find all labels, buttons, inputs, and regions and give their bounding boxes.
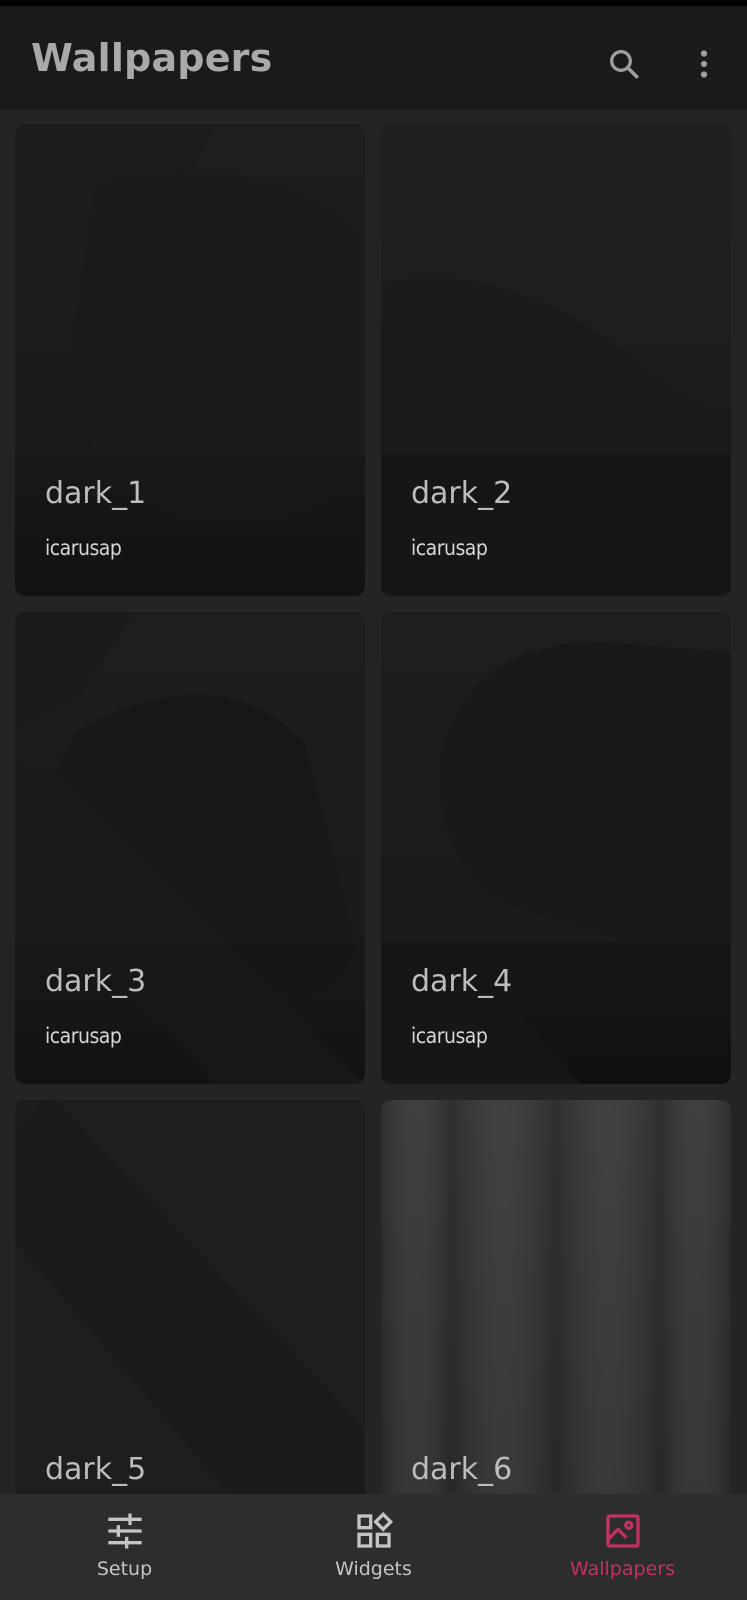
- widgets-icon: [354, 1511, 394, 1551]
- wallpaper-thumbnail: [381, 612, 731, 1084]
- wallpaper-name: dark_4: [411, 964, 513, 999]
- wallpaper-name: dark_2: [411, 476, 513, 511]
- image-icon: [603, 1511, 643, 1551]
- wallpaper-name: dark_5: [45, 1452, 147, 1487]
- wallpaper-thumbnail: [15, 124, 365, 596]
- nav-label: Setup: [96, 1558, 153, 1580]
- wallpaper-author: icarusap: [45, 536, 122, 560]
- wallpaper-author: icarusap: [411, 1024, 488, 1048]
- wallpaper-name: dark_3: [45, 964, 147, 999]
- wallpaper-card-dark-2[interactable]: dark_2 icarusap: [381, 124, 731, 596]
- wallpaper-card-dark-6[interactable]: dark_6 icarusap: [381, 1100, 731, 1494]
- wallpaper-author: icarusap: [411, 536, 488, 560]
- nav-item-widgets[interactable]: Widgets: [249, 1494, 498, 1600]
- wallpaper-name: dark_1: [45, 476, 147, 511]
- bottom-navigation: Setup Widgets Wallpapers: [0, 1494, 747, 1600]
- search-icon: [610, 50, 639, 79]
- wallpaper-thumbnail: [15, 1100, 365, 1494]
- nav-label: Wallpapers: [570, 1558, 675, 1580]
- wallpaper-card-dark-4[interactable]: dark_4 icarusap: [381, 612, 731, 1084]
- wallpaper-card-dark-1[interactable]: dark_1 icarusap: [15, 124, 365, 596]
- wallpaper-author: icarusap: [45, 1024, 122, 1048]
- wallpaper-thumbnail: [381, 1100, 731, 1494]
- more-vert-icon: [700, 50, 708, 78]
- wallpaper-card-dark-3[interactable]: dark_3 icarusap: [15, 612, 365, 1084]
- page-title: Wallpapers: [31, 36, 273, 80]
- wallpaper-thumbnail: [381, 124, 731, 596]
- screen: Wallpapers dark_1 icarusap dark_2 icarus…: [0, 0, 747, 1600]
- wallpaper-card-dark-5[interactable]: dark_5 icarusap: [15, 1100, 365, 1494]
- app-bar: Wallpapers: [0, 6, 747, 110]
- wallpaper-grid: dark_1 icarusap dark_2 icarusap dark_3 i…: [0, 110, 747, 1494]
- nav-item-setup[interactable]: Setup: [0, 1494, 249, 1600]
- wallpaper-name: dark_6: [411, 1452, 513, 1487]
- sliders-icon: [105, 1511, 145, 1551]
- search-button[interactable]: [600, 40, 648, 88]
- more-options-button[interactable]: [680, 40, 728, 88]
- nav-label: Widgets: [335, 1558, 412, 1580]
- nav-item-wallpapers[interactable]: Wallpapers: [498, 1494, 747, 1600]
- wallpaper-thumbnail: [15, 612, 365, 1084]
